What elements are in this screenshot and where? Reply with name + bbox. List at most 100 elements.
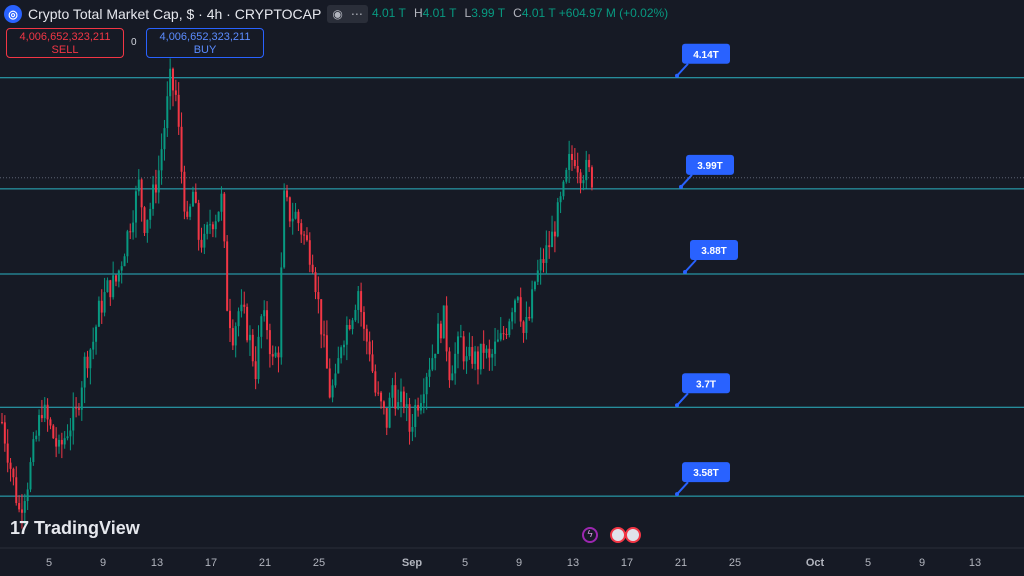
candle-body (445, 305, 448, 352)
candle-body (462, 336, 465, 362)
candle-body (72, 407, 75, 431)
candle-body (385, 408, 388, 428)
candle-body (75, 407, 78, 409)
candle-body (576, 166, 579, 173)
candle-body (357, 291, 360, 310)
candle-body (189, 206, 192, 217)
callout-anchor (679, 184, 683, 189)
candle-body (305, 235, 308, 241)
candle-body (474, 351, 477, 364)
candle-body (531, 289, 534, 319)
candle-body (103, 292, 106, 313)
candle-body (479, 343, 482, 370)
candle-body (55, 438, 58, 447)
candle-body (365, 328, 368, 342)
candle-body (428, 369, 431, 377)
candle-body (371, 354, 374, 372)
candle-body (220, 193, 223, 212)
candle-body (254, 361, 257, 380)
candle-body (251, 334, 254, 362)
x-tick-label: Sep (402, 557, 422, 569)
candle-body (38, 415, 41, 436)
candle-body (211, 224, 214, 230)
candle-body (571, 153, 573, 160)
candle-body (280, 267, 283, 358)
candle-body (533, 281, 536, 290)
x-tick-label: 13 (567, 557, 579, 569)
x-tick-label: 9 (919, 557, 925, 569)
candle-body (485, 348, 488, 353)
callout-pointer (680, 174, 693, 188)
candle-body (328, 368, 331, 398)
candle-body (97, 300, 100, 327)
candle-body (186, 211, 189, 217)
candle-body (374, 371, 377, 393)
candle-body (40, 415, 43, 419)
candle-body (183, 171, 186, 212)
price-chart[interactable]: 5 9 13 17 21 25 Sep 5 9 13 17 21 25 Oct 5 9 13 4.14T 3.99T… (0, 0, 1024, 576)
close-value: 4.01 T (521, 6, 556, 20)
x-tick-label: 21 (259, 557, 271, 569)
buy-button[interactable]: 4,006,652,323,211 BUY (146, 28, 264, 58)
x-tick-label: 9 (100, 557, 106, 569)
candle-body (6, 443, 9, 463)
candle-body (123, 256, 126, 267)
candle-body (217, 211, 220, 222)
candle-body (303, 234, 306, 236)
callout-label: 3.7T (696, 379, 716, 390)
candle-body (86, 356, 89, 369)
candle-body (3, 422, 6, 444)
candle-body (149, 208, 152, 220)
candle-body (266, 310, 269, 331)
candle-body (129, 231, 132, 233)
sell-price: 4,006,652,323,211 (19, 31, 111, 43)
change-value: +604.97 M (+0.02%) (558, 6, 669, 20)
us-flag-event-icon[interactable] (610, 527, 626, 543)
x-tick-label: 25 (729, 557, 741, 569)
candle-body (157, 170, 160, 193)
candle-body (109, 280, 112, 298)
candle-body (551, 231, 554, 248)
sell-button[interactable]: 4,006,652,323,211 SELL (6, 28, 124, 58)
candle-body (434, 353, 437, 359)
candle-body (274, 352, 277, 357)
candle-body (234, 326, 237, 346)
symbol-header[interactable]: ◎ Crypto Total Market Cap, $ · 4h · CRYP… (4, 3, 374, 25)
candle-body (194, 191, 197, 203)
us-flag-event-icon-2[interactable] (625, 527, 641, 543)
header-controls[interactable]: ◉ ⋯ (327, 5, 368, 23)
callout-pointer (676, 63, 689, 77)
spread-value: 0 (131, 37, 137, 48)
more-icon[interactable]: ⋯ (351, 7, 363, 21)
candle-body (459, 336, 462, 338)
candle-body (317, 292, 320, 300)
ohlc-readout: 4.01 T H4.01 T L3.99 T C4.01 T +604.97 M… (372, 6, 668, 20)
candle-body (308, 240, 311, 265)
candle-body (394, 385, 397, 409)
candle-body (231, 328, 234, 346)
callout-label: 4.14T (693, 50, 719, 61)
callout-label: 3.58T (693, 468, 719, 479)
tradingview-mark-icon: 17 (10, 518, 29, 538)
candle-body (271, 354, 274, 357)
candle-body (172, 68, 174, 91)
candle-body (137, 179, 140, 192)
candle-body (18, 503, 21, 510)
sell-label: SELL (51, 44, 79, 56)
candle-body (260, 316, 263, 337)
tradingview-logo[interactable]: 17 TradingView (10, 518, 140, 539)
candle-body (240, 304, 243, 312)
candle-body (553, 231, 556, 237)
x-tick-label: 17 (621, 557, 633, 569)
candle-body (152, 184, 155, 209)
candle-body (126, 231, 129, 257)
candle-body (402, 391, 405, 407)
candle-body (268, 330, 271, 355)
callout-anchor (675, 403, 679, 408)
candle-body (146, 219, 149, 233)
eye-icon[interactable]: ◉ (332, 7, 342, 21)
lightning-event-icon[interactable]: ϟ (582, 527, 598, 543)
candle-body (288, 197, 291, 222)
candle-body (35, 435, 38, 440)
x-tick-label: 13 (969, 557, 981, 569)
